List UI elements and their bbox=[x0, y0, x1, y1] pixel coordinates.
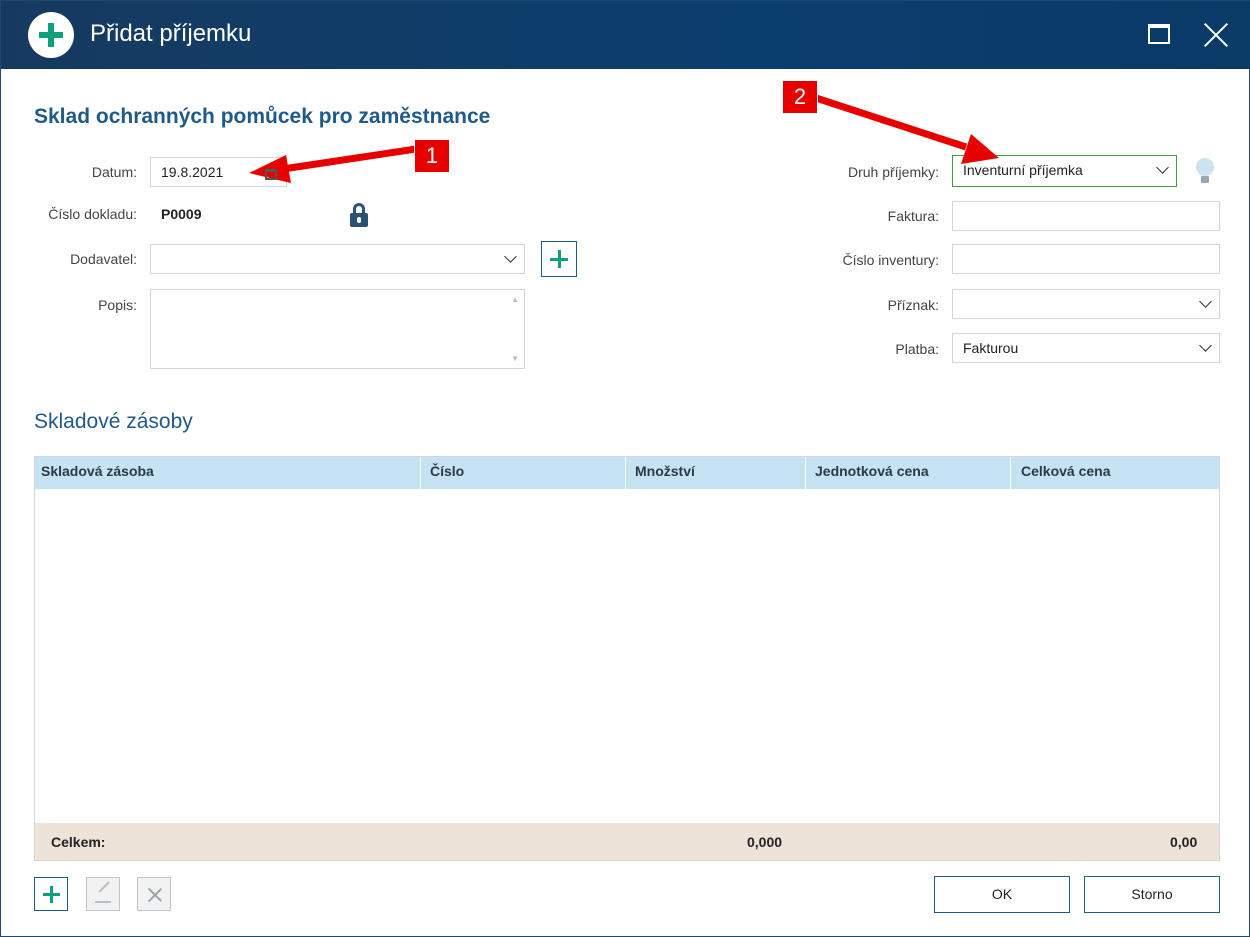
close-icon[interactable] bbox=[1201, 19, 1233, 51]
column-header[interactable]: Množství bbox=[635, 457, 695, 489]
druh-prijemky-label: Druh příjemky: bbox=[847, 164, 939, 180]
cislo-inventury-label: Číslo inventury: bbox=[842, 252, 939, 268]
datum-value: 19.8.2021 bbox=[161, 164, 224, 180]
maximize-icon[interactable] bbox=[1145, 19, 1177, 51]
edit-row-button[interactable] bbox=[86, 877, 120, 911]
add-row-button[interactable] bbox=[34, 877, 68, 911]
section-title: Skladové zásoby bbox=[34, 410, 193, 433]
dodavatel-label: Dodavatel: bbox=[70, 251, 137, 267]
column-header[interactable]: Celková cena bbox=[1021, 457, 1111, 489]
column-header[interactable]: Jednotková cena bbox=[815, 457, 929, 489]
column-header[interactable]: Skladová zásoba bbox=[41, 457, 154, 489]
popis-label: Popis: bbox=[98, 297, 137, 313]
cislo-inventury-input[interactable] bbox=[952, 244, 1220, 274]
priznak-select[interactable] bbox=[952, 289, 1220, 319]
chevron-down-icon bbox=[1199, 295, 1212, 308]
platba-label: Platba: bbox=[895, 341, 939, 357]
chevron-down-icon bbox=[1156, 161, 1169, 174]
scroll-down-icon[interactable]: ▼ bbox=[511, 354, 519, 363]
window-title: Přidat příjemku bbox=[90, 20, 252, 47]
druh-prijemky-select[interactable]: Inventurní příjemka bbox=[952, 155, 1177, 187]
cislo-dokladu-label: Číslo dokladu: bbox=[48, 206, 137, 222]
priznak-label: Příznak: bbox=[887, 297, 939, 313]
callout-badge-2: 2 bbox=[782, 80, 818, 114]
cancel-button[interactable]: Storno bbox=[1084, 876, 1220, 913]
column-header[interactable]: Číslo bbox=[430, 457, 464, 489]
chevron-down-icon bbox=[504, 250, 517, 263]
stock-table[interactable]: Skladová zásoba Číslo Množství Jednotkov… bbox=[34, 456, 1220, 861]
dialog-window: Přidat příjemku Sklad ochranných pomůcek… bbox=[0, 0, 1250, 937]
delete-row-button[interactable] bbox=[137, 877, 171, 911]
ok-button[interactable]: OK bbox=[934, 876, 1070, 913]
faktura-input[interactable] bbox=[952, 201, 1220, 231]
total-price: 0,00 bbox=[1170, 834, 1198, 850]
platba-select[interactable]: Fakturou bbox=[952, 333, 1220, 363]
page-title: Sklad ochranných pomůcek pro zaměstnance bbox=[34, 105, 491, 128]
title-bar: Přidat příjemku bbox=[1, 1, 1250, 69]
datum-label: Datum: bbox=[91, 164, 137, 180]
chevron-down-icon bbox=[1199, 339, 1212, 352]
scroll-up-icon[interactable]: ▲ bbox=[511, 295, 519, 304]
cislo-dokladu-value: P0009 bbox=[161, 206, 202, 222]
faktura-label: Faktura: bbox=[887, 208, 939, 224]
dodavatel-select[interactable] bbox=[150, 244, 525, 274]
total-quantity: 0,000 bbox=[747, 834, 783, 850]
add-dodavatel-button[interactable] bbox=[541, 241, 577, 277]
add-circle-icon bbox=[28, 12, 74, 58]
table-footer: Celkem: 0,000 0,00 bbox=[35, 823, 1219, 860]
callout-badge-1: 1 bbox=[414, 139, 450, 173]
lightbulb-icon[interactable] bbox=[1196, 158, 1214, 186]
total-label: Celkem: bbox=[51, 834, 106, 850]
popis-textarea[interactable]: ▲ ▼ bbox=[150, 289, 525, 369]
pencil-icon bbox=[95, 901, 111, 903]
table-header: Skladová zásoba Číslo Množství Jednotkov… bbox=[35, 457, 1219, 489]
calendar-icon[interactable] bbox=[265, 169, 277, 180]
lock-icon bbox=[350, 203, 368, 227]
